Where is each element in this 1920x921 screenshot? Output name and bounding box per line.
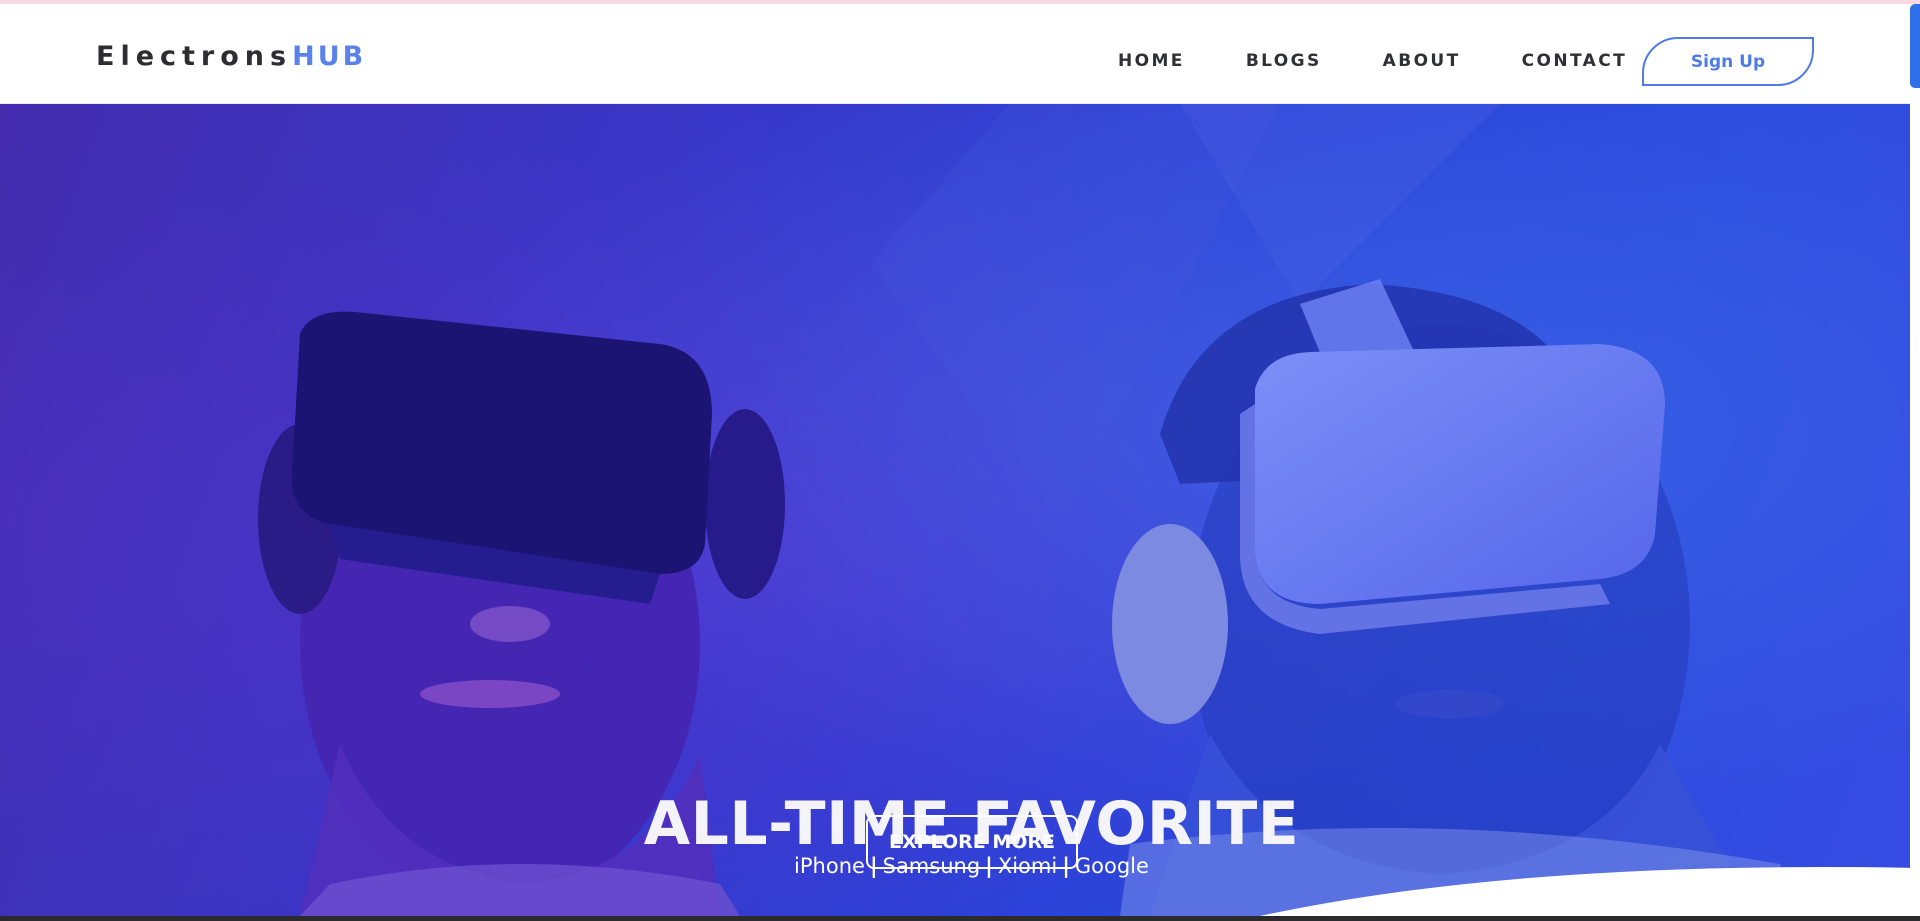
nav-link-home[interactable]: HOME [1118, 49, 1185, 73]
brand-name-part2: HUB [292, 41, 367, 72]
nav-link-blogs[interactable]: BLOGS [1246, 49, 1322, 73]
nav-link-about[interactable]: ABOUT [1383, 49, 1461, 73]
scrollbar-thumb[interactable] [1910, 4, 1920, 88]
explore-more-button[interactable]: EXPLORE MORE [866, 815, 1078, 869]
signup-button[interactable]: Sign Up [1642, 37, 1814, 86]
bottom-edge-bar [0, 916, 1920, 921]
main-nav: HOME BLOGS ABOUT CONTACT [1118, 49, 1627, 73]
hero-section: ALL-TIME FAVORITE iPhone | Samsung | Xiomi | G… [0, 104, 1910, 916]
hero-bottom-wave [1260, 867, 1920, 916]
brand-name-part1: Electrons [96, 41, 293, 72]
brand-logo[interactable]: ElectronsHUB [96, 38, 366, 76]
nav-link-contact[interactable]: CONTACT [1522, 49, 1627, 73]
navbar: ElectronsHUB HOME BLOGS ABOUT CONTACT Si… [0, 4, 1910, 104]
hero-brand-google: Google [1074, 854, 1149, 878]
hero-brand-iphone: iPhone [794, 854, 865, 878]
